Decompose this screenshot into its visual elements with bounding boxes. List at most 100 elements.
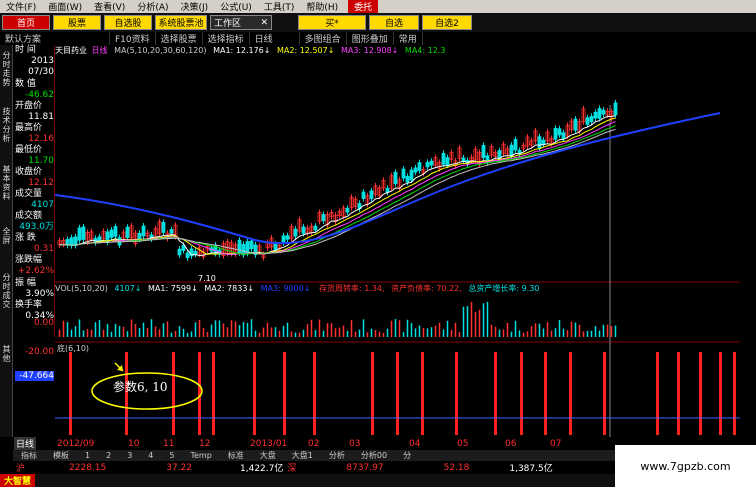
slot-tab-4[interactable]: 4 xyxy=(140,451,161,460)
chart-area[interactable]: 天目药业 日线 MA(5,10,20,30,60,120) MA1: 12.17… xyxy=(54,45,740,437)
candle-body xyxy=(137,232,142,240)
slot-tab-3[interactable]: 3 xyxy=(119,451,140,460)
info-value-date: 07/30 xyxy=(28,67,54,77)
tab-other[interactable]: 其他 xyxy=(0,345,13,363)
indicator-bar xyxy=(313,352,316,435)
tab-fundamental[interactable]: 基本资料 xyxy=(0,165,13,201)
template-tab[interactable]: 模板 xyxy=(45,450,77,461)
info-label-value: 数 值 xyxy=(15,79,36,89)
self-select-button[interactable]: 自选股 xyxy=(104,15,152,30)
ma3-value: MA3: 12.908↓ xyxy=(340,46,399,55)
candle-body xyxy=(285,235,290,240)
candle-body xyxy=(345,207,350,213)
common-button[interactable]: 常用 xyxy=(394,32,423,45)
self3-button[interactable]: 自选2 xyxy=(422,15,472,30)
candle-body xyxy=(585,117,590,125)
tab-trades[interactable]: 分时成交 xyxy=(0,273,13,309)
indicator-bar xyxy=(699,352,702,435)
debt-ratio: 资产负债率: 70.22, xyxy=(391,284,462,293)
menu-analysis[interactable]: 分析(A) xyxy=(131,0,174,13)
indicator-bar xyxy=(569,352,572,435)
info-value-close: 12.12 xyxy=(28,178,54,188)
candle-body xyxy=(185,252,190,259)
volume-legend: VOL(5,10,20) 4107↓ MA1: 7599↓ MA2: 7833↓… xyxy=(55,283,539,294)
indicator-tab[interactable]: 指标 xyxy=(13,450,45,461)
market1-tab[interactable]: 大盘1 xyxy=(284,450,321,461)
candle-body xyxy=(385,187,390,193)
info-value-amplitude: 3.90% xyxy=(25,289,54,299)
indicator-bar xyxy=(603,352,606,435)
candle-body xyxy=(125,226,130,238)
candle-body xyxy=(553,127,558,140)
axis-label: 07 xyxy=(550,438,562,449)
candle-body xyxy=(301,226,306,234)
indicator-bar xyxy=(719,352,722,435)
indicator-bar xyxy=(69,352,72,435)
slot-tab-2[interactable]: 2 xyxy=(98,451,119,460)
temp-tab[interactable]: Temp xyxy=(182,451,219,460)
menu-file[interactable]: 文件(F) xyxy=(0,0,42,13)
info-label-amount: 成交额 xyxy=(15,211,43,221)
select-stock-button[interactable]: 选择股票 xyxy=(156,32,203,45)
self2-button[interactable]: 自选 xyxy=(369,15,419,30)
menu-window[interactable]: 画面(W) xyxy=(42,0,88,13)
indicator-bar xyxy=(253,352,256,435)
axis-label: 2013/01 xyxy=(250,438,288,449)
menu-tools[interactable]: 工具(T) xyxy=(258,0,301,13)
info-label-change: 涨 跌 xyxy=(15,233,36,243)
sz-volume: 1,387.5亿 xyxy=(509,464,553,474)
axis-label: 2012/09 xyxy=(57,438,95,449)
tab-technical[interactable]: 技术分析 xyxy=(0,107,13,143)
annotation-text: 参数6, 10 xyxy=(113,380,168,394)
menu-trade[interactable]: 委托 xyxy=(348,0,379,13)
info-label-volume: 成交量 xyxy=(15,189,43,199)
ind-y-current: -47.664 xyxy=(15,371,54,381)
menu-decision[interactable]: 决策(J) xyxy=(175,0,215,13)
stocks-button[interactable]: 股票 xyxy=(53,15,101,30)
watermark: www.7gpzb.com xyxy=(615,445,756,487)
scheme-select[interactable]: 默认方案 xyxy=(0,32,110,45)
toolbar: 首页 股票 自选股 系统股票池 工作区 ✕ 买* 自选 自选2 xyxy=(0,13,756,32)
candle-body xyxy=(445,157,450,166)
standard-tab[interactable]: 标准 xyxy=(220,450,252,461)
tab-fullscreen[interactable]: 全屏 xyxy=(0,227,13,245)
candle-body xyxy=(589,115,594,123)
candle-body xyxy=(409,169,414,181)
select-indicator-button[interactable]: 选择指标 xyxy=(203,32,250,45)
menu-help[interactable]: 帮助(H) xyxy=(300,0,344,13)
axis-label: 05 xyxy=(457,438,469,449)
candlestick-group xyxy=(57,99,618,261)
candle-body xyxy=(413,167,418,173)
info-value-volume: 4107 xyxy=(31,200,54,210)
menu-formula[interactable]: 公式(U) xyxy=(214,0,258,13)
candle-body xyxy=(161,221,166,233)
workspace-tab[interactable]: 工作区 ✕ xyxy=(210,15,272,30)
indicator-bar xyxy=(396,352,399,435)
market-tab[interactable]: 大盘 xyxy=(252,450,284,461)
candle-body xyxy=(537,136,542,149)
analysis-tab[interactable]: 分析 xyxy=(321,450,353,461)
candle-body xyxy=(425,161,430,168)
f10-button[interactable]: F10资料 xyxy=(110,32,156,45)
slot-tab-5[interactable]: 5 xyxy=(161,451,182,460)
analysis00-tab[interactable]: 分析00 xyxy=(353,450,395,461)
more-tab[interactable]: 分 xyxy=(395,450,419,461)
period-button[interactable]: 日线 xyxy=(250,32,300,45)
stock-pool-button[interactable]: 系统股票池 xyxy=(155,15,207,30)
tab-intraday[interactable]: 分时走势 xyxy=(0,51,13,87)
axis-period-button[interactable]: 日线 xyxy=(14,437,37,450)
app-button[interactable]: 大智慧 xyxy=(0,474,36,487)
workspace-label: 工作区 xyxy=(214,19,242,29)
inventory-turnover: 存货周转率: 1.34, xyxy=(318,284,385,293)
overlay-button[interactable]: 图形叠加 xyxy=(347,32,394,45)
ma2-value: MA2: 12.507↓ xyxy=(277,46,335,55)
buy-button[interactable]: 买* xyxy=(298,15,366,30)
indicator-bar xyxy=(494,352,497,435)
menu-view[interactable]: 查看(V) xyxy=(88,0,131,13)
info-value-change-pct: +2.62% xyxy=(17,266,54,276)
slot-tab-1[interactable]: 1 xyxy=(77,451,98,460)
info-label-close: 收盘价 xyxy=(15,167,43,177)
home-button[interactable]: 首页 xyxy=(2,15,50,30)
multi-chart-button[interactable]: 多图组合 xyxy=(300,32,347,45)
close-icon[interactable]: ✕ xyxy=(260,18,268,28)
